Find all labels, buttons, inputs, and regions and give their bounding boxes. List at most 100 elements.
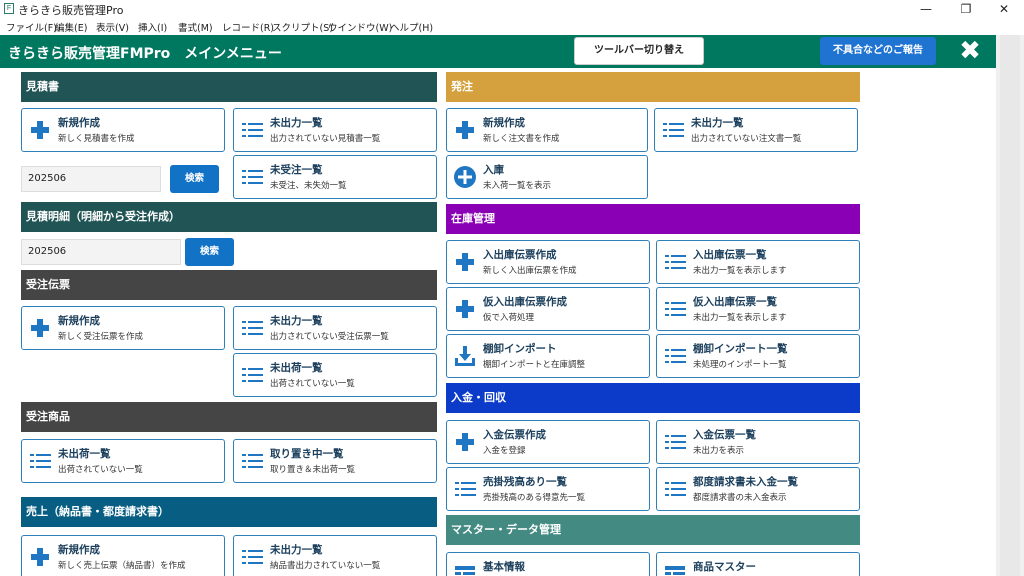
vertical-scrollbar[interactable] (996, 35, 1024, 576)
juchu-unoutput-button[interactable]: 未出力一覧 出力されていない受注伝票一覧 (233, 306, 437, 350)
hacchu-new-button[interactable]: 新規作成 新しく注文書を作成 (446, 108, 648, 152)
card-title: 仮入出庫伝票作成 (483, 296, 567, 308)
menu-edit[interactable]: 編集(E) (55, 20, 87, 34)
zaiko-tana-import-button[interactable]: 棚卸インポート 棚卸インポートと在庫調整 (446, 334, 650, 378)
menu-help[interactable]: ヘルプ(H) (390, 20, 433, 34)
list-icon (663, 250, 687, 274)
mitsumori-unordered-button[interactable]: 未受注一覧 未受注、未失効一覧 (233, 155, 437, 199)
uriage-new-button[interactable]: 新規作成 新しく売上伝票（納品書）を作成 (21, 535, 225, 576)
card-title: 棚卸インポート一覧 (693, 343, 788, 355)
uriage-unoutput-button[interactable]: 未出力一覧 納品書出力されていない一覧 (233, 535, 437, 576)
download-icon (453, 344, 477, 368)
card-subtitle: 入金を登録 (483, 446, 526, 456)
scrollbar-thumb[interactable] (1000, 35, 1020, 576)
card-title: 未出力一覧 (691, 117, 744, 129)
mitsumori-search-button[interactable]: 検索 (170, 165, 219, 193)
card-subtitle: 都度請求書の未入金表示 (693, 493, 787, 503)
card-title: 入庫 (483, 164, 504, 176)
card-title: 未出荷一覧 (58, 448, 111, 460)
meisai-search-button[interactable]: 検索 (185, 238, 234, 266)
menu-window[interactable]: ウインドウ(W) (328, 20, 392, 34)
card-subtitle: 出力されていない見積書一覧 (270, 134, 381, 144)
card-title: 仮入出庫伝票一覧 (693, 296, 777, 308)
mitsumori-search-input[interactable]: 202506 (21, 166, 161, 192)
zaiko-kari-list-button[interactable]: 仮入出庫伝票一覧 未出力一覧を表示します (656, 287, 860, 331)
window-titlebar: F きらきら販売管理Pro — ❐ ✕ (0, 0, 1024, 18)
page-title: きらきら販売管理FMPro メインメニュー (8, 46, 282, 62)
window-close-button[interactable]: ✕ (984, 0, 1024, 18)
card-title: 未出力一覧 (270, 544, 323, 556)
card-title: 新規作成 (58, 315, 100, 327)
section-nyukin: 入金・回収 (446, 383, 860, 413)
zaiko-io-new-button[interactable]: 入出庫伝票作成 新しく入出庫伝票を作成 (446, 240, 650, 284)
zaiko-kari-new-button[interactable]: 仮入出庫伝票作成 仮で入荷処理 (446, 287, 650, 331)
plus-icon (28, 545, 52, 569)
section-master: マスター・データ管理 (446, 515, 860, 545)
juchu-shohin-hold-button[interactable]: 取り置き中一覧 取り置き＆未出荷一覧 (233, 439, 437, 483)
list-icon (240, 363, 264, 387)
card-title: 未出力一覧 (270, 315, 323, 327)
card-title: 都度請求書未入金一覧 (693, 476, 798, 488)
toolbar-toggle-button[interactable]: ツールバー切り替え (574, 37, 704, 65)
menu-scripts[interactable]: スクリプト(S) (272, 20, 333, 34)
card-subtitle: 未入荷一覧を表示 (483, 181, 552, 191)
juchu-shohin-unshipped-button[interactable]: 未出荷一覧 出荷されていない一覧 (21, 439, 225, 483)
list-icon (663, 477, 687, 501)
nyukin-tsudo-button[interactable]: 都度請求書未入金一覧 都度請求書の未入金表示 (656, 467, 860, 511)
menu-file[interactable]: ファイル(F) (6, 20, 57, 34)
hacchu-unoutput-button[interactable]: 未出力一覧 出力されていない注文書一覧 (654, 108, 858, 152)
meisai-search-input[interactable]: 202506 (21, 239, 181, 265)
card-title: 新規作成 (58, 544, 100, 556)
zaiko-tana-list-button[interactable]: 棚卸インポート一覧 未処理のインポート一覧 (656, 334, 860, 378)
card-subtitle: 新しく売上伝票（納品書）を作成 (58, 561, 186, 571)
card-title: 新規作成 (58, 117, 100, 129)
card-subtitle: 新しく受注伝票を作成 (58, 332, 144, 342)
menu-format[interactable]: 書式(M) (178, 20, 213, 34)
card-subtitle: 新しく注文書を作成 (483, 134, 560, 144)
section-juchu-shohin: 受注商品 (21, 402, 437, 432)
minimize-button[interactable]: — (906, 0, 946, 18)
plus-circle-icon (453, 165, 477, 189)
section-meisai: 見積明細（明細から受注作成） (21, 202, 437, 232)
menu-insert[interactable]: 挿入(I) (138, 20, 167, 34)
nyukin-new-button[interactable]: 入金伝票作成 入金を登録 (446, 420, 650, 464)
juchu-unshipped-button[interactable]: 未出荷一覧 出荷されていない一覧 (233, 353, 437, 397)
menu-view[interactable]: 表示(V) (96, 20, 129, 34)
mitsumori-unoutput-button[interactable]: 未出力一覧 出力されていない見積書一覧 (233, 108, 437, 152)
card-title: 商品マスター (693, 561, 756, 573)
card-title: 入金伝票一覧 (693, 429, 756, 441)
list-icon (453, 477, 477, 501)
card-subtitle: 仮で入荷処理 (483, 313, 535, 323)
card-title: 入出庫伝票作成 (483, 249, 557, 261)
restore-button[interactable]: ❐ (946, 0, 986, 18)
card-title: 入金伝票作成 (483, 429, 546, 441)
bug-report-button[interactable]: 不具合などのご報告 (820, 37, 936, 65)
card-subtitle: 未処理のインポート一覧 (693, 360, 787, 370)
nyukin-list-button[interactable]: 入金伝票一覧 未出力を表示 (656, 420, 860, 464)
card-title: 新規作成 (483, 117, 525, 129)
section-mitsumori: 見積書 (21, 72, 437, 102)
card-subtitle: 未出力を表示 (693, 446, 745, 456)
close-icon[interactable]: ✖ (954, 35, 986, 68)
card-subtitle: 棚卸インポートと在庫調整 (483, 360, 586, 370)
card-title: 取り置き中一覧 (270, 448, 344, 460)
card-subtitle: 出力されていない受注伝票一覧 (270, 332, 389, 342)
section-juchu: 受注伝票 (21, 270, 437, 300)
hacchu-nyuko-button[interactable]: 入庫 未入荷一覧を表示 (446, 155, 648, 199)
card-title: 未出荷一覧 (270, 362, 323, 374)
zaiko-io-list-button[interactable]: 入出庫伝票一覧 未出力一覧を表示します (656, 240, 860, 284)
master-shohin-button[interactable]: 商品マスター (656, 552, 860, 576)
mitsumori-new-button[interactable]: 新規作成 新しく見積書を作成 (21, 108, 225, 152)
nyukin-zandaka-button[interactable]: 売掛残高あり一覧 売掛残高のある得意先一覧 (446, 467, 650, 511)
window-title: きらきら販売管理Pro (18, 4, 124, 17)
juchu-new-button[interactable]: 新規作成 新しく受注伝票を作成 (21, 306, 225, 350)
menu-records[interactable]: レコード(R) (222, 20, 274, 34)
app-icon: F (4, 3, 14, 14)
card-subtitle: 新しく入出庫伝票を作成 (483, 266, 577, 276)
plus-icon (453, 430, 477, 454)
master-kihon-button[interactable]: 基本情報 (446, 552, 650, 576)
card-subtitle: 出荷されていない一覧 (270, 379, 355, 389)
card-title: 基本情報 (483, 561, 525, 573)
section-zaiko: 在庫管理 (446, 204, 860, 234)
card-title: 入出庫伝票一覧 (693, 249, 767, 261)
